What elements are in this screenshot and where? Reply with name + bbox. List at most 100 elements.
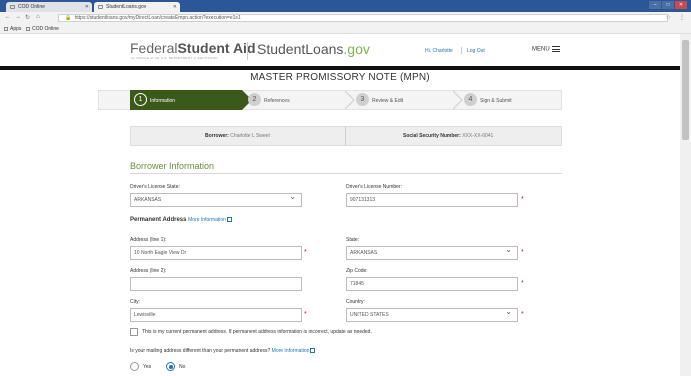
bookmark-apps[interactable]: Apps bbox=[4, 24, 21, 34]
site-header: FederalStudent Aid An OFFICE of the U.S.… bbox=[0, 34, 680, 66]
mailing-question-text: Is your mailing address different than y… bbox=[130, 348, 271, 354]
step-1-number: 1 bbox=[134, 93, 147, 106]
step-2-label: References bbox=[264, 98, 290, 104]
page-icon bbox=[98, 5, 103, 9]
step-4-number: 4 bbox=[464, 93, 477, 106]
close-window-icon[interactable]: ✕ bbox=[675, 1, 687, 9]
browser-tab-bar: COD Online ✕ StudentLoans.gov ✕ – □ ✕ bbox=[0, 0, 691, 12]
tab-label: COD Online bbox=[18, 4, 45, 10]
studentloans-logo[interactable]: StudentLoans.gov bbox=[257, 41, 370, 57]
logo-divider bbox=[247, 42, 248, 60]
window-controls: – □ ✕ bbox=[649, 1, 687, 9]
dl-number-label: Driver's License Number: bbox=[346, 184, 402, 190]
required-marker: * bbox=[521, 196, 524, 203]
ssn-label: Social Security Number: bbox=[403, 133, 461, 139]
more-information-link[interactable]: More Information bbox=[188, 217, 232, 223]
permanent-address-heading: Permanent Address More Information bbox=[130, 217, 232, 223]
required-marker: * bbox=[521, 280, 524, 287]
country-select[interactable]: UNITED STATES bbox=[346, 308, 518, 322]
step-chevron bbox=[452, 90, 463, 110]
current-address-checkbox[interactable] bbox=[130, 328, 138, 336]
address-line1-input[interactable]: 10 North Eagle View Dr bbox=[130, 246, 302, 260]
permanent-address-label: Permanent Address bbox=[130, 217, 187, 223]
browser-tab-studentloans[interactable]: StudentLoans.gov ✕ bbox=[94, 2, 180, 12]
logo-text-light: Federal bbox=[130, 40, 178, 56]
mailing-yes-label: Yes bbox=[143, 364, 152, 370]
bookmark-label: COD Online bbox=[32, 26, 59, 32]
scrollbar-thumb[interactable] bbox=[682, 40, 689, 140]
menu-label: MENU bbox=[532, 46, 550, 53]
external-link-icon bbox=[310, 348, 316, 354]
state-label: State: bbox=[346, 237, 360, 243]
step-2-number: 2 bbox=[248, 93, 261, 106]
country-label: Country: bbox=[346, 299, 365, 305]
back-arrow-icon[interactable]: ← bbox=[5, 14, 11, 20]
bookmark-cod-online[interactable]: COD Online bbox=[26, 24, 59, 34]
dl-state-label: Driver's License State: bbox=[130, 184, 180, 190]
url-input[interactable]: 🔒 https://studentloans.gov/myDirectLoan/… bbox=[58, 14, 668, 22]
required-marker: * bbox=[521, 311, 524, 318]
address-line2-input[interactable] bbox=[130, 277, 302, 291]
more-information-text: More Information bbox=[188, 217, 226, 223]
mailing-yes-radio[interactable] bbox=[130, 362, 139, 371]
section-divider bbox=[130, 173, 562, 174]
hamburger-icon bbox=[551, 46, 560, 52]
address-line2-label: Address (line 2): bbox=[130, 268, 167, 274]
external-link-icon bbox=[226, 217, 232, 223]
logo-text-gov: .gov bbox=[343, 41, 370, 57]
mailing-question: Is your mailing address different than y… bbox=[130, 348, 316, 354]
step-3-label: Review & Edit bbox=[372, 98, 404, 104]
lock-icon: 🔒 bbox=[65, 15, 72, 21]
fsa-logo[interactable]: FederalStudent Aid bbox=[130, 40, 256, 56]
address-bar-row: ← → ↻ ⌂ 🔒 https://studentloans.gov/myDir… bbox=[0, 12, 691, 24]
greeting-link[interactable]: Hi, Charlotte bbox=[425, 48, 453, 54]
required-marker: * bbox=[304, 311, 307, 318]
header-divider-bar bbox=[0, 66, 680, 70]
reload-icon[interactable]: ↻ bbox=[25, 14, 30, 21]
logout-link[interactable]: Log Out bbox=[467, 48, 485, 54]
required-marker: * bbox=[521, 249, 524, 256]
home-icon[interactable]: ⌂ bbox=[36, 14, 40, 20]
minimize-icon[interactable]: – bbox=[649, 1, 661, 9]
current-address-checkbox-label: This is my current permanent address. If… bbox=[142, 329, 372, 335]
borrower-name: Borrower: Charlotte L Sweet bbox=[205, 133, 270, 139]
borrower-summary bbox=[130, 126, 562, 146]
browser-tab-cod-online[interactable]: COD Online ✕ bbox=[6, 2, 92, 12]
borrower-ssn: Social Security Number: XXX-XX-6041 bbox=[403, 133, 493, 139]
header-link-divider bbox=[461, 47, 462, 54]
step-4-label: Sign & Submit bbox=[480, 98, 512, 104]
more-information-link[interactable]: More Information bbox=[272, 348, 316, 354]
city-input[interactable]: Lewisville bbox=[130, 308, 302, 322]
logo-text-main: StudentLoans bbox=[257, 41, 344, 57]
close-tab-icon[interactable]: ✕ bbox=[85, 2, 89, 12]
more-information-text: More Information bbox=[271, 348, 310, 354]
step-1-label: Information bbox=[150, 98, 176, 104]
step-chevron bbox=[344, 90, 355, 110]
state-select[interactable]: ARKANSAS bbox=[346, 246, 518, 260]
address-line1-label: Address (line 1): bbox=[130, 237, 167, 243]
mailing-no-label: No bbox=[179, 364, 186, 370]
browser-menu-icon[interactable]: ⋮ bbox=[679, 14, 685, 21]
mailing-no-radio[interactable] bbox=[166, 362, 175, 371]
logo-text-bold: Student Aid bbox=[177, 40, 256, 56]
bookmark-star-icon[interactable]: ☆ bbox=[666, 14, 671, 21]
page-icon bbox=[10, 5, 15, 9]
page-icon bbox=[26, 26, 30, 31]
page-title: MASTER PROMISSORY NOTE (MPN) bbox=[250, 72, 430, 83]
section-title: Borrower Information bbox=[130, 161, 215, 171]
url-text: https://studentloans.gov/myDirectLoan/cr… bbox=[74, 15, 241, 21]
apps-icon bbox=[4, 26, 8, 31]
required-marker: * bbox=[304, 249, 307, 256]
zip-code-label: Zip Code: bbox=[346, 268, 368, 274]
menu-button[interactable]: MENU bbox=[532, 46, 560, 53]
dl-number-input[interactable]: 907131313 bbox=[346, 193, 518, 207]
maximize-icon[interactable]: □ bbox=[662, 1, 674, 9]
ssn-value: XXX-XX-6041 bbox=[462, 133, 494, 139]
forward-arrow-icon[interactable]: → bbox=[15, 14, 21, 20]
step-3-number: 3 bbox=[356, 93, 369, 106]
bookmarks-bar: Apps COD Online bbox=[0, 24, 691, 34]
close-tab-icon[interactable]: ✕ bbox=[173, 2, 177, 12]
dl-state-select[interactable]: ARKANSAS bbox=[130, 193, 302, 207]
zip-code-input[interactable]: 71845 bbox=[346, 277, 518, 291]
city-label: City: bbox=[130, 299, 140, 305]
